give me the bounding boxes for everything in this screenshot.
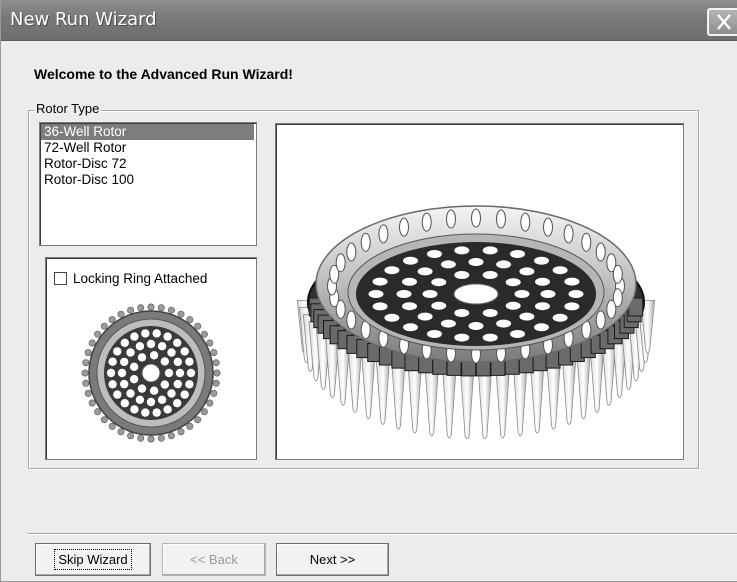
rotor-option-disc-100[interactable]: Rotor-Disc 100	[41, 172, 254, 188]
footer-separator	[28, 533, 737, 535]
next-label: Next >>	[309, 552, 356, 567]
close-button[interactable]	[707, 8, 737, 36]
rotor-option-36-well[interactable]: 36-Well Rotor	[41, 124, 254, 140]
rotor-option-disc-72[interactable]: Rotor-Disc 72	[41, 156, 254, 172]
locking-ring-label[interactable]: Locking Ring Attached	[73, 271, 207, 286]
window-title: New Run Wizard	[10, 9, 157, 30]
next-button[interactable]: Next >>	[276, 543, 389, 576]
rotor-type-list[interactable]: 36-Well Rotor 72-Well Rotor Rotor-Disc 7…	[39, 122, 257, 246]
locking-ring-checkbox[interactable]	[54, 271, 67, 285]
wizard-heading: Welcome to the Advanced Run Wizard!	[34, 66, 293, 82]
new-run-wizard-window: New Run Wizard Welcome to the Advanced R…	[0, 0, 737, 582]
skip-wizard-label: Skip Wizard	[54, 549, 132, 570]
locking-ring-panel: Locking Ring Attached	[45, 257, 257, 460]
skip-wizard-button[interactable]: Skip Wizard	[35, 543, 151, 576]
rotor-thumbnail-image	[81, 303, 221, 443]
rotor-preview-image	[296, 205, 656, 440]
rotor-type-group-label: Rotor Type	[34, 101, 102, 116]
back-button[interactable]: << Back	[162, 543, 266, 576]
rotor-preview-panel	[275, 123, 684, 460]
rotor-option-72-well[interactable]: 72-Well Rotor	[41, 140, 254, 156]
back-label: << Back	[190, 552, 238, 567]
title-bar[interactable]: New Run Wizard	[1, 0, 737, 41]
close-icon	[716, 14, 731, 30]
locking-ring-checkbox-row[interactable]: Locking Ring Attached	[54, 270, 207, 286]
